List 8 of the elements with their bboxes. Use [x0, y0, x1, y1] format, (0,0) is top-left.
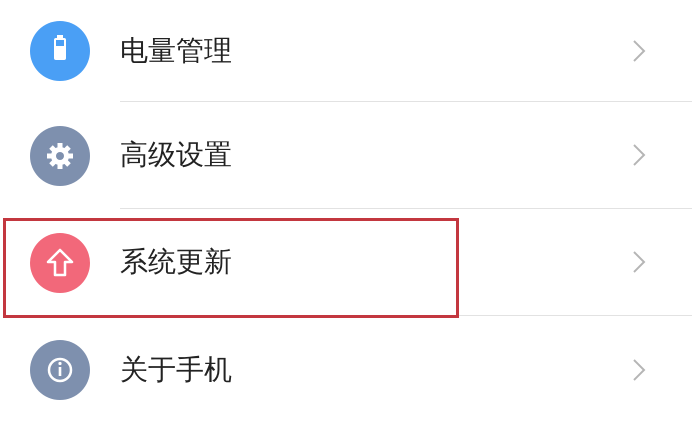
menu-item-label[interactable]: 系统更新: [120, 243, 632, 281]
chevron-right-icon: [632, 358, 646, 382]
menu-item-label[interactable]: 关于手机: [120, 350, 632, 388]
chevron-right-icon: [632, 250, 646, 274]
menu-item-label[interactable]: 电量管理: [120, 32, 632, 70]
chevron-right-icon: [632, 143, 646, 167]
chevron-right-icon: [632, 38, 646, 62]
menu-item-label[interactable]: 高级设置: [120, 136, 632, 174]
